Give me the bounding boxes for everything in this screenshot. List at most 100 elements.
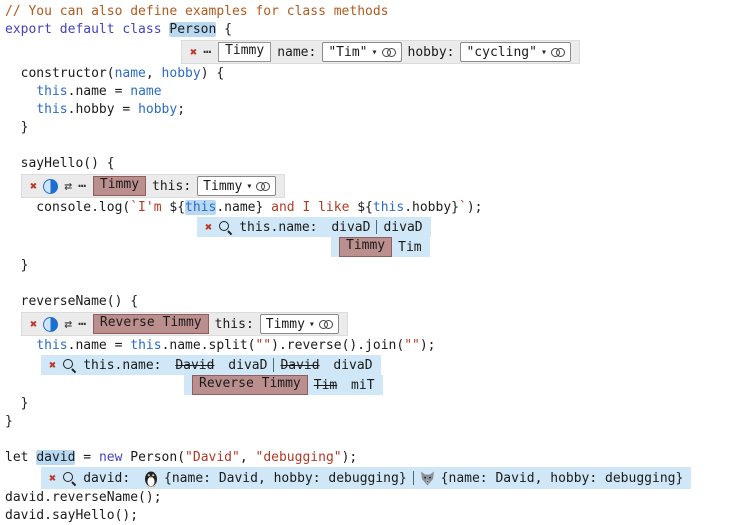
code-line: } [5,119,749,137]
code-line: reverseName() { [5,293,749,311]
code-token: .name [216,200,255,215]
code-token: Person( [122,450,185,465]
string-token: "" [255,338,271,353]
this-token: this [36,338,67,353]
code-token: .name = [68,338,131,353]
divider [413,471,414,485]
code-token: reverseName() { [5,294,138,309]
indent [5,102,36,117]
close-icon[interactable]: ✖ [30,179,37,193]
punctuation-token: ${ [169,200,185,215]
hobby-value-dropdown[interactable]: "cycling" ▾ [460,42,570,62]
code-line: this.hobby = hobby; [5,101,749,119]
more-icon[interactable]: ⋯ [203,45,212,60]
name-label: name: [277,45,316,60]
variable-token: name [130,84,161,99]
hobby-label: hobby: [408,45,455,60]
punctuation-token: ) { [201,66,224,81]
penguin-icon [144,470,158,487]
code-token: } [5,258,28,273]
this-token: this [373,200,404,215]
chevron-down-icon: ▾ [541,47,547,58]
blank-line [5,431,749,449]
swap-icon[interactable]: ⇄ [64,179,72,194]
code-line: this.name = name [5,83,749,101]
close-icon[interactable]: ✖ [190,45,197,59]
code-line: constructor(name, hobby) { [5,65,749,83]
probe-new-value: divaD [220,358,267,373]
code-line: } [5,257,749,275]
punctuation-token: , [146,66,162,81]
code-token: david.reverseName(); [5,490,162,505]
sayhello-probe-example-row: Timmy Tim [331,237,430,257]
close-icon[interactable]: ✖ [205,220,212,234]
code-token: .hobby [404,200,451,215]
probe-label: david: [83,471,138,486]
dropdown-value: Timmy [203,179,242,194]
string-token: "" [404,338,420,353]
punctuation-token: ${ [357,200,373,215]
param-token: name [115,66,146,81]
link-icon [256,181,270,192]
string-token: "debugging" [256,450,342,465]
string-token: "David" [185,450,240,465]
variable-token: hobby [138,102,177,117]
code-line: console.log(`I'm ${this.name} and I like… [5,199,749,217]
more-icon[interactable]: ⋯ [78,317,87,332]
code-editor: // You can also define examples for clas… [0,0,749,525]
link-icon [319,319,333,330]
more-icon[interactable]: ⋯ [78,179,87,194]
example-name-input[interactable]: Timmy [218,42,271,62]
punctuation-token: ); [467,200,483,215]
toggle-icon[interactable] [43,317,58,332]
divider [273,358,274,372]
probe-label: this.name: [239,220,325,235]
probe-label: this.name: [83,358,169,373]
code-token: } [5,396,28,411]
toggle-icon[interactable] [43,179,58,194]
code-token: console.log( [5,200,130,215]
this-value-dropdown[interactable]: Timmy ▾ [260,314,339,334]
code-line: david.sayHello(); [5,507,749,525]
punctuation-token: ); [342,450,358,465]
punctuation-token: { [216,22,232,37]
string-token: and I like [263,200,357,215]
probe-value: divaD [331,220,370,235]
code-token: } [5,120,28,135]
code-token: = [75,450,98,465]
sayhello-example-widget: ✖ ⇄ ⋯ Timmy this: Timmy ▾ [21,174,285,198]
class-name-highlighted[interactable]: Person [169,22,216,37]
code-line: } [5,413,749,431]
close-icon[interactable]: ✖ [30,317,37,331]
probe-example-old-value: Tim [314,378,337,393]
punctuation-token: } [451,200,459,215]
this-value-dropdown[interactable]: Timmy ▾ [197,176,276,196]
example-chip[interactable]: Timmy [93,176,146,196]
indent [5,338,36,353]
example-chip[interactable]: Timmy [339,237,392,257]
name-value-dropdown[interactable]: "Tim" ▾ [322,42,401,62]
code-line: export default class Person { [5,21,749,39]
probe-value: {name: David, hobby: debugging} [441,471,684,486]
code-token: constructor( [5,66,115,81]
indent [5,84,36,99]
magnifier-icon [218,220,233,235]
this-token: this [130,338,161,353]
reversename-example-widget: ✖ ⇄ ⋯ Reverse Timmy this: Timmy ▾ [21,312,348,336]
close-icon[interactable]: ✖ [49,358,56,372]
this-label: this: [215,317,254,332]
this-token: this [36,102,67,117]
magnifier-icon [62,471,77,486]
close-icon[interactable]: ✖ [49,471,56,485]
dropdown-value: "Tim" [328,45,367,60]
string-token: `I'm [130,200,169,215]
variable-highlighted[interactable]: david [36,450,75,465]
divider [376,220,377,234]
string-token: ` [459,200,467,215]
swap-icon[interactable]: ⇄ [64,317,72,332]
blank-line [5,275,749,293]
code-line: this.name = this.name.split("").reverse(… [5,337,749,355]
example-chip[interactable]: Reverse Timmy [192,375,308,395]
this-token-highlighted[interactable]: this [185,200,216,215]
example-chip[interactable]: Reverse Timmy [93,314,209,334]
